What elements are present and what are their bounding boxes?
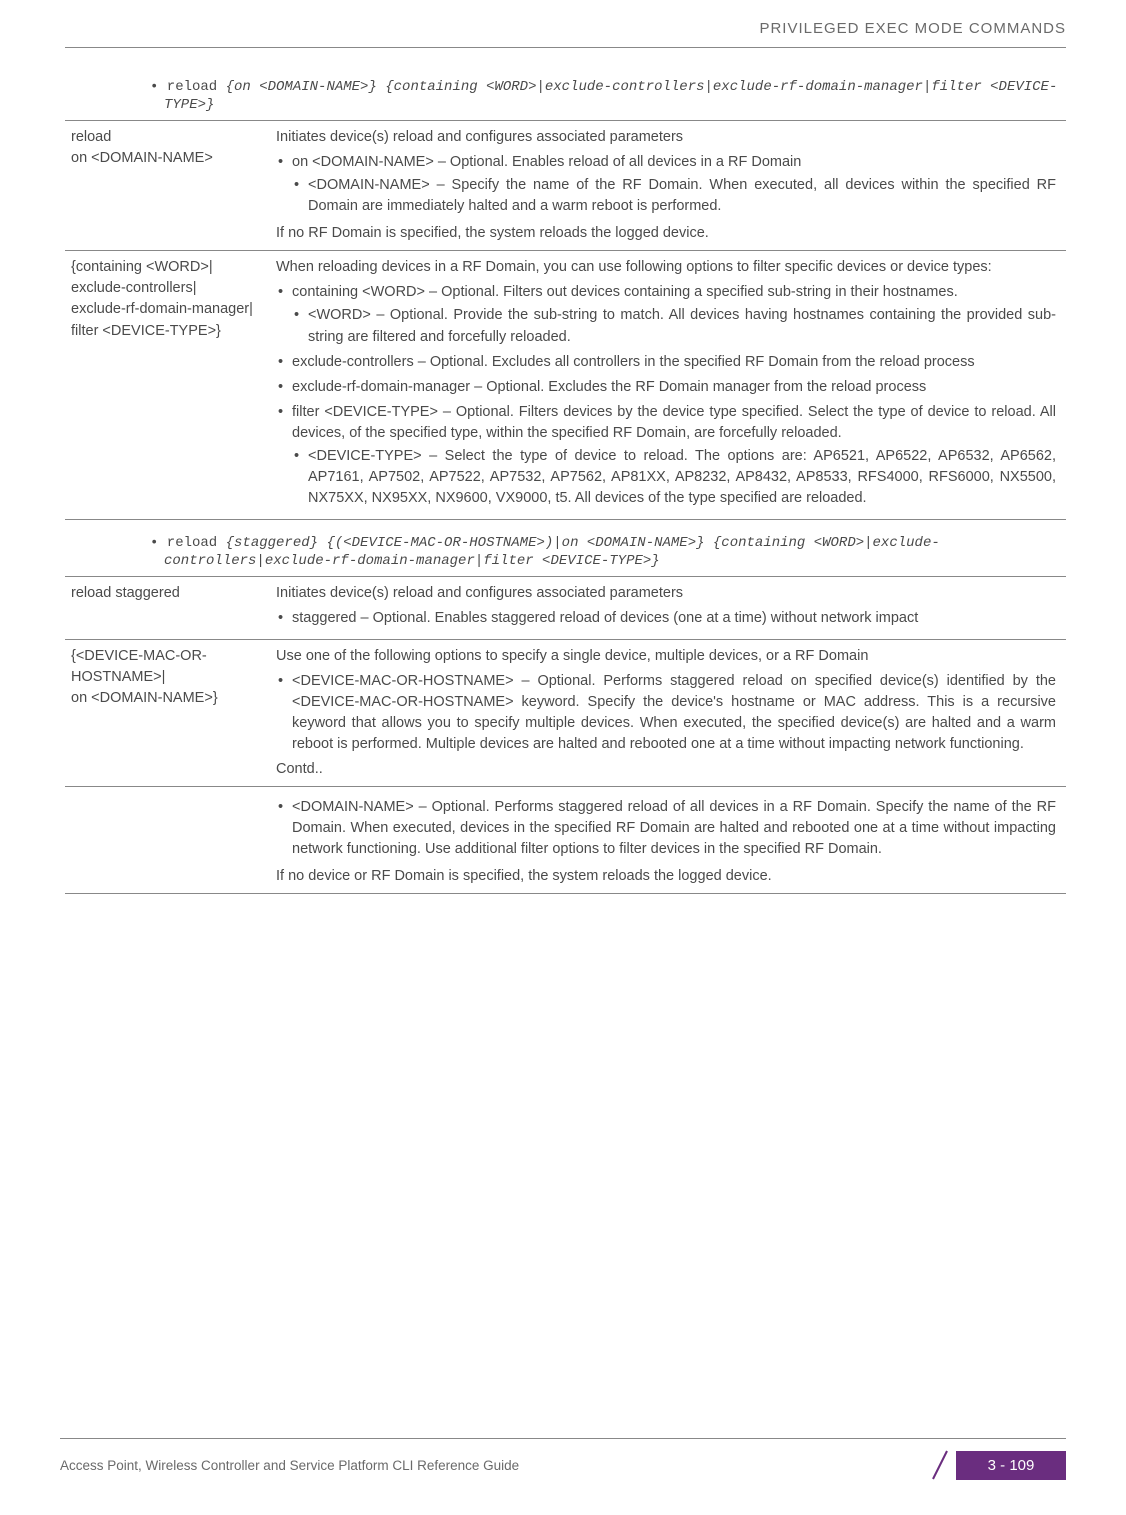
page-number-badge: 3 - 109 [956, 1451, 1066, 1480]
param-intro: When reloading devices in a RF Domain, y… [276, 257, 1056, 278]
continued-label: Contd.. [276, 759, 1056, 780]
bullet-list: containing <WORD> – Optional. Filters ou… [276, 282, 1056, 508]
list-item: filter <DEVICE-TYPE> – Optional. Filters… [276, 402, 1056, 509]
syntax-prefix: • reload [150, 535, 226, 551]
page-header-title: PRIVILEGED EXEC MODE COMMANDS [65, 20, 1066, 37]
param-note: If no RF Domain is specified, the system… [276, 223, 1056, 244]
header-divider [65, 47, 1066, 48]
list-text: on <DOMAIN-NAME> – Optional. Enables rel… [292, 154, 801, 170]
param-intro: Initiates device(s) reload and configure… [276, 127, 1056, 148]
syntax-prefix: • reload [150, 79, 226, 95]
table-row: reload staggered Initiates device(s) rel… [65, 577, 1066, 640]
list-item: on <DOMAIN-NAME> – Optional. Enables rel… [276, 152, 1056, 217]
list-text: filter <DEVICE-TYPE> – Optional. Filters… [292, 404, 1056, 441]
list-item: <DOMAIN-NAME> – Optional. Performs stagg… [276, 797, 1056, 860]
list-item: containing <WORD> – Optional. Filters ou… [276, 282, 1056, 347]
page-footer: Access Point, Wireless Controller and Se… [0, 1438, 1126, 1481]
param-intro: Initiates device(s) reload and configure… [276, 583, 1056, 604]
parameter-table-1: reload on <DOMAIN-NAME> Initiates device… [65, 120, 1066, 519]
param-desc-cell: When reloading devices in a RF Domain, y… [270, 251, 1066, 519]
list-item: <WORD> – Optional. Provide the sub-strin… [292, 305, 1056, 347]
param-desc-cell: Initiates device(s) reload and configure… [270, 577, 1066, 640]
param-note: If no device or RF Domain is specified, … [276, 866, 1056, 887]
sub-list: <DOMAIN-NAME> – Specify the name of the … [292, 175, 1056, 217]
footer-row: Access Point, Wireless Controller and Se… [60, 1449, 1066, 1481]
bullet-list: <DEVICE-MAC-OR-HOSTNAME> – Optional. Per… [276, 671, 1056, 755]
list-item: <DEVICE-MAC-OR-HOSTNAME> – Optional. Per… [276, 671, 1056, 755]
list-text: containing <WORD> – Optional. Filters ou… [292, 284, 958, 300]
bullet-list: <DOMAIN-NAME> – Optional. Performs stagg… [276, 797, 1056, 860]
table-row: {<DEVICE-MAC-OR-HOSTNAME>| on <DOMAIN-NA… [65, 640, 1066, 787]
list-item: exclude-rf-domain-manager – Optional. Ex… [276, 377, 1056, 398]
syntax-line-1: • reload {on <DOMAIN-NAME>} {containing … [150, 78, 1066, 114]
param-desc-cell: Initiates device(s) reload and configure… [270, 121, 1066, 251]
param-name-cell [65, 787, 270, 894]
param-name-cell: {<DEVICE-MAC-OR-HOSTNAME>| on <DOMAIN-NA… [65, 640, 270, 787]
param-intro: Use one of the following options to spec… [276, 646, 1056, 667]
syntax-args: {on <DOMAIN-NAME>} {containing <WORD>|ex… [164, 79, 1057, 113]
bullet-list: staggered – Optional. Enables staggered … [276, 608, 1056, 629]
param-desc-cell: Use one of the following options to spec… [270, 640, 1066, 787]
footer-doc-title: Access Point, Wireless Controller and Se… [60, 1458, 519, 1473]
parameter-table-2: reload staggered Initiates device(s) rel… [65, 576, 1066, 894]
sub-list: <WORD> – Optional. Provide the sub-strin… [292, 305, 1056, 347]
param-name-cell: reload on <DOMAIN-NAME> [65, 121, 270, 251]
bullet-list: on <DOMAIN-NAME> – Optional. Enables rel… [276, 152, 1056, 217]
param-desc-cell: <DOMAIN-NAME> – Optional. Performs stagg… [270, 787, 1066, 894]
sub-list: <DEVICE-TYPE> – Select the type of devic… [292, 446, 1056, 509]
syntax-line-2: • reload {staggered} {(<DEVICE-MAC-OR-HO… [150, 534, 1066, 570]
footer-divider [60, 1438, 1066, 1439]
table-row: reload on <DOMAIN-NAME> Initiates device… [65, 121, 1066, 251]
param-name-cell: {containing <WORD>| exclude-controllers|… [65, 251, 270, 519]
param-name-cell: reload staggered [65, 577, 270, 640]
list-item: exclude-controllers – Optional. Excludes… [276, 352, 1056, 373]
table-row: <DOMAIN-NAME> – Optional. Performs stagg… [65, 787, 1066, 894]
syntax-args: {staggered} {(<DEVICE-MAC-OR-HOSTNAME>)|… [164, 535, 940, 569]
list-item: <DEVICE-TYPE> – Select the type of devic… [292, 446, 1056, 509]
list-item: staggered – Optional. Enables staggered … [276, 608, 1056, 629]
slash-icon [926, 1449, 954, 1481]
table-row: {containing <WORD>| exclude-controllers|… [65, 251, 1066, 519]
list-item: <DOMAIN-NAME> – Specify the name of the … [292, 175, 1056, 217]
